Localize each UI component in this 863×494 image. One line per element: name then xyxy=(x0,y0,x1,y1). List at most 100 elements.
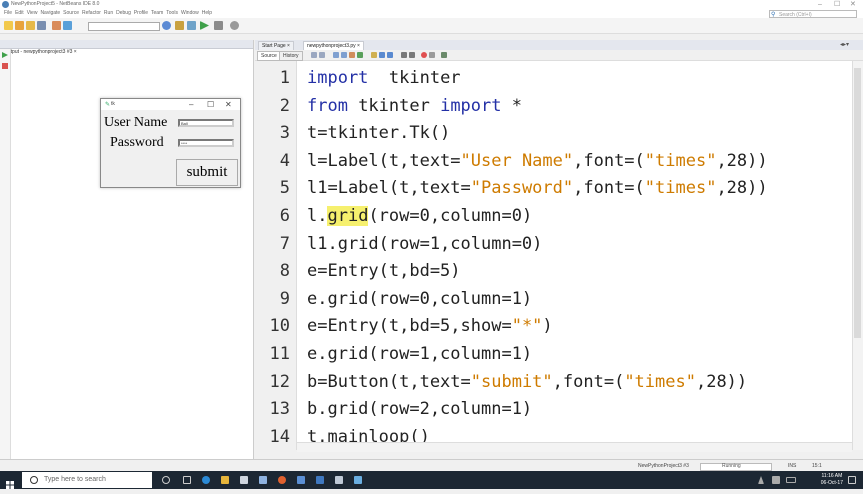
vertical-scroll-thumb[interactable] xyxy=(854,68,861,338)
word-taskbar-icon[interactable] xyxy=(335,476,343,484)
title-bar: NewPythonProject5 - NetBeans IDE 8.0 – ☐… xyxy=(0,0,863,9)
task-view-icon[interactable] xyxy=(183,476,191,484)
source-tab[interactable]: Source xyxy=(257,51,281,61)
code-line[interactable]: e.grid(row=1,column=1) xyxy=(307,344,532,364)
code-text: t=tkinter.Tk() xyxy=(307,123,451,144)
code-line[interactable]: e=Entry(t,bd=5,show="*") xyxy=(307,316,553,336)
tk-close-icon[interactable]: ✕ xyxy=(225,99,232,110)
stop-icon[interactable] xyxy=(2,63,8,69)
code-line[interactable]: b.grid(row=2,column=1) xyxy=(307,399,532,419)
app-taskbar-icon[interactable] xyxy=(316,476,324,484)
netbeans-taskbar-icon[interactable] xyxy=(297,476,305,484)
menu-item-profile[interactable]: Profile xyxy=(134,9,148,18)
code-text: b.grid(row=2,column=1) xyxy=(307,399,533,420)
output-tab[interactable]: Output - newpythonproject3 #3 × xyxy=(0,40,253,55)
menu-item-source[interactable]: Source xyxy=(63,9,79,18)
submit-button[interactable]: submit xyxy=(176,159,238,186)
menu-item-debug[interactable]: Debug xyxy=(116,9,131,18)
password-entry[interactable]: **** xyxy=(178,139,234,147)
clean-build-icon[interactable] xyxy=(187,21,196,30)
code-line[interactable]: l1=Label(t,text="Password",font=("times"… xyxy=(307,178,768,198)
tk-maximize-icon[interactable]: ☐ xyxy=(207,99,214,110)
cortana-mic-icon[interactable] xyxy=(162,476,170,484)
comment-icon[interactable] xyxy=(401,52,407,58)
save-all-icon[interactable] xyxy=(37,21,46,30)
menu-item-file[interactable]: File xyxy=(4,9,12,18)
code-editor[interactable]: import tkinter from tkinter import * t=tki… xyxy=(297,61,852,450)
code-line[interactable]: t=tkinter.Tk() xyxy=(307,123,450,143)
ide-search-input[interactable]: ⚲ Search (Ctrl+I) xyxy=(769,10,857,18)
code-line[interactable]: import tkinter xyxy=(307,68,461,88)
notifications-icon[interactable] xyxy=(848,476,856,484)
code-line[interactable]: l=Label(t,text="User Name",font=("times"… xyxy=(307,151,768,171)
minimize-icon[interactable]: – xyxy=(818,0,822,9)
horizontal-scrollbar[interactable] xyxy=(297,442,852,452)
tk-window: ✎ tk – ☐ ✕ User Name Ball Password **** … xyxy=(100,98,241,188)
debug-icon[interactable] xyxy=(214,21,223,30)
code-text: ,28)) xyxy=(716,150,768,171)
code-line[interactable]: l.grid(row=0,column=0) xyxy=(307,206,532,226)
configuration-select[interactable] xyxy=(88,22,160,31)
close-icon[interactable]: ✕ xyxy=(850,0,856,9)
macro-record-icon[interactable] xyxy=(421,52,427,58)
redo-icon[interactable] xyxy=(63,21,72,30)
shift-right-icon[interactable] xyxy=(387,52,393,58)
settings-icon[interactable] xyxy=(162,21,171,30)
undo-icon[interactable] xyxy=(52,21,61,30)
code-text: l1=Label(t,text= xyxy=(307,178,471,199)
taskbar-search-input[interactable]: Type here to search xyxy=(22,472,152,488)
edge-browser-icon[interactable] xyxy=(202,476,210,484)
tk-minimize-icon[interactable]: – xyxy=(189,99,193,110)
code-line[interactable]: b=Button(t,text="submit",font=("times",2… xyxy=(307,372,747,392)
store-icon[interactable] xyxy=(240,476,248,484)
network-icon[interactable] xyxy=(772,476,780,484)
battery-icon[interactable] xyxy=(786,477,796,483)
python-taskbar-icon[interactable] xyxy=(354,476,362,484)
code-keyword: from xyxy=(307,95,348,116)
build-icon[interactable] xyxy=(175,21,184,30)
history-tab[interactable]: History xyxy=(279,51,303,61)
line-number: 3 xyxy=(279,123,290,144)
taskbar-clock[interactable]: 11:16 AM 06-Oct-17 xyxy=(821,473,843,487)
menu-item-window[interactable]: Window xyxy=(181,9,199,18)
forward-icon[interactable] xyxy=(319,52,325,58)
menu-item-view[interactable]: View xyxy=(27,9,38,18)
firefox-icon[interactable] xyxy=(278,476,286,484)
tab-list-icon[interactable]: ◂▸▾ xyxy=(840,41,849,48)
line-number: 13 xyxy=(269,399,290,420)
code-line[interactable]: l1.grid(row=1,column=0) xyxy=(307,234,542,254)
menu-item-run[interactable]: Run xyxy=(104,9,113,18)
menu-item-refactor[interactable]: Refactor xyxy=(82,9,101,18)
mail-icon[interactable] xyxy=(259,476,267,484)
menu-item-tools[interactable]: Tools xyxy=(166,9,178,18)
file-explorer-icon[interactable] xyxy=(221,476,229,484)
maximize-icon[interactable]: ☐ xyxy=(834,0,840,9)
windows-start-icon[interactable] xyxy=(6,476,14,489)
code-line[interactable]: from tkinter import * xyxy=(307,96,522,116)
new-file-icon[interactable] xyxy=(4,21,13,30)
rerun-icon[interactable] xyxy=(2,52,8,58)
macro-stop-icon[interactable] xyxy=(429,52,435,58)
diff-icon[interactable] xyxy=(441,52,447,58)
menu-item-help[interactable]: Help xyxy=(202,9,212,18)
find-next-icon[interactable] xyxy=(349,52,355,58)
uncomment-icon[interactable] xyxy=(409,52,415,58)
new-project-icon[interactable] xyxy=(15,21,24,30)
bookmark-icon[interactable] xyxy=(371,52,377,58)
show-hidden-icons-icon[interactable] xyxy=(758,476,764,484)
menu-item-team[interactable]: Team xyxy=(151,9,163,18)
open-project-icon[interactable] xyxy=(26,21,35,30)
find-previous-icon[interactable] xyxy=(341,52,347,58)
menu-item-edit[interactable]: Edit xyxy=(15,9,24,18)
code-line[interactable]: e.grid(row=0,column=1) xyxy=(307,289,532,309)
user-name-entry[interactable]: Ball xyxy=(178,119,234,127)
shift-left-icon[interactable] xyxy=(379,52,385,58)
code-line[interactable]: e=Entry(t,bd=5) xyxy=(307,261,461,281)
menu-item-navigate[interactable]: Navigate xyxy=(40,9,60,18)
code-text: tkinter xyxy=(347,95,441,116)
find-icon[interactable] xyxy=(333,52,339,58)
back-icon[interactable] xyxy=(311,52,317,58)
run-icon[interactable] xyxy=(200,21,209,30)
toggle-highlight-icon[interactable] xyxy=(357,52,363,58)
profile-icon[interactable] xyxy=(230,21,239,30)
